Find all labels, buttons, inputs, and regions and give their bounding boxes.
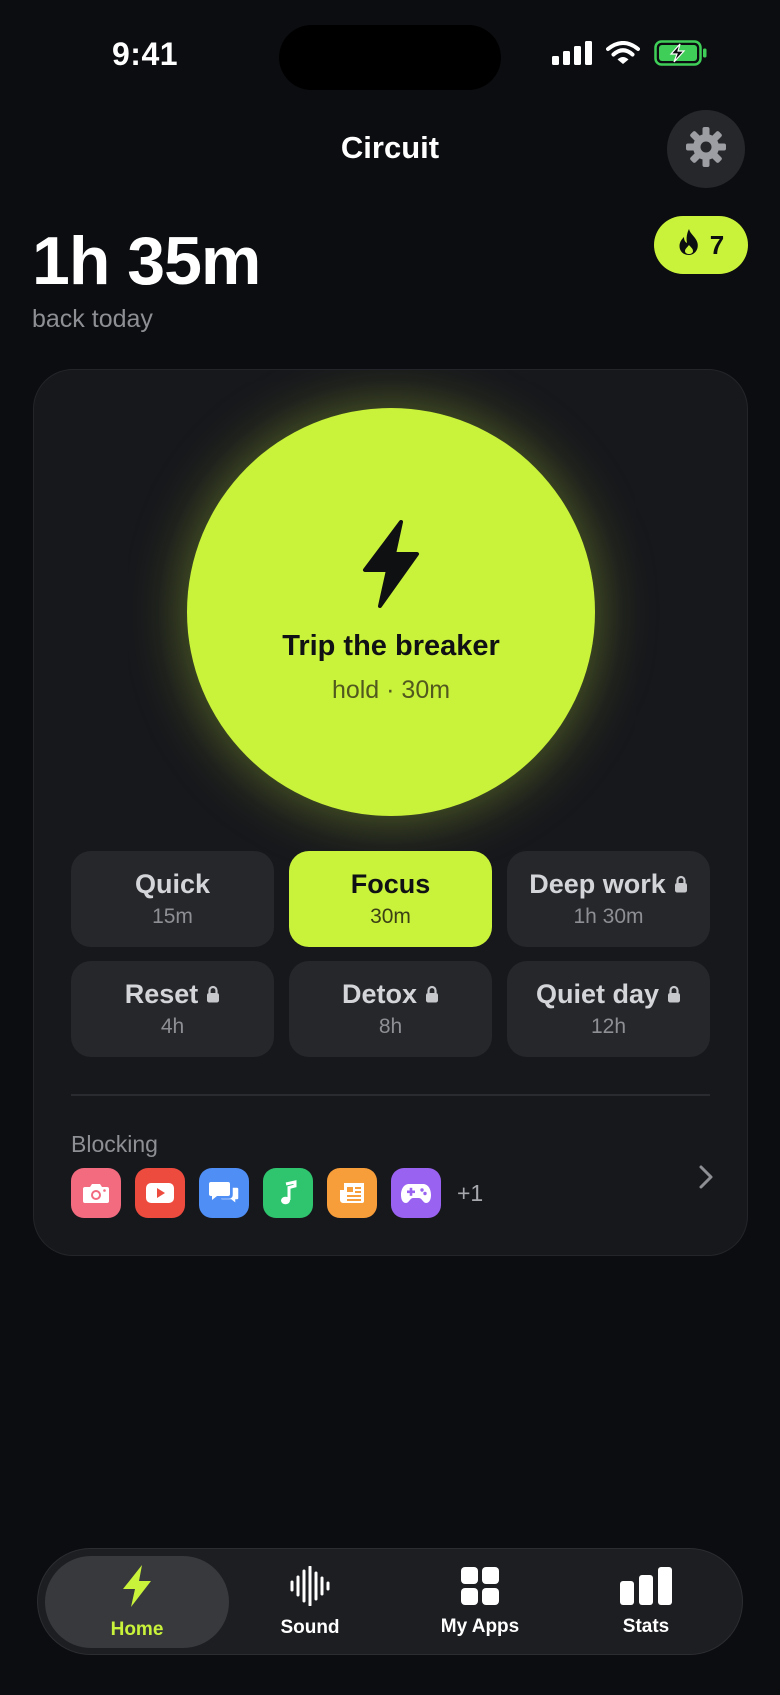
breaker-subtitle: hold · 30m	[331, 676, 451, 704]
status-icons	[552, 40, 708, 66]
wifi-icon	[606, 41, 640, 65]
preset-focus[interactable]: Focus 30m	[289, 851, 492, 947]
blocking-label: Blocking	[71, 1131, 158, 1157]
waveform-icon	[289, 1565, 331, 1611]
app-title: Circuit	[340, 130, 440, 165]
tab-label: Stats	[622, 1615, 670, 1637]
preset-duration: 12h	[590, 1015, 627, 1038]
breaker-title: Trip the breaker	[282, 630, 500, 662]
preset-quick[interactable]: Quick 15m	[71, 851, 274, 947]
preset-duration: 1h 30m	[573, 905, 644, 928]
battery-charging-icon	[654, 40, 708, 66]
music-note-icon	[263, 1168, 313, 1218]
divider	[71, 1094, 710, 1096]
dynamic-island	[279, 25, 501, 90]
tab-my-apps[interactable]: My Apps	[396, 1556, 564, 1648]
flame-icon	[678, 228, 700, 263]
settings-button[interactable]	[667, 110, 745, 188]
tab-label: Home	[110, 1618, 164, 1640]
gamepad-icon	[391, 1168, 441, 1218]
lock-icon	[674, 869, 688, 900]
cellular-signal-icon	[552, 41, 592, 65]
preset-reset[interactable]: Reset 4h	[71, 961, 274, 1057]
home-screen: 9:41 Circuit 1h 35m back today 7 Trip th…	[0, 0, 780, 1695]
preset-name: Quick	[134, 869, 211, 899]
gear-icon	[685, 126, 727, 173]
preset-duration: 4h	[160, 1015, 185, 1038]
preset-grid: Quick 15m Focus 30m Deep work 1h 30m Res…	[71, 851, 711, 1057]
tab-home[interactable]: Home	[45, 1556, 229, 1648]
status-time: 9:41	[112, 36, 179, 72]
time-back-value: 1h 35m	[32, 223, 261, 299]
lock-icon	[206, 979, 220, 1010]
preset-duration: 30m	[370, 905, 411, 928]
trip-breaker-button[interactable]: Trip the breaker hold · 30m	[187, 408, 595, 816]
streak-count: 7	[709, 229, 725, 260]
preset-name: Detox	[341, 979, 417, 1009]
lock-icon	[667, 979, 681, 1010]
chevron-right-icon[interactable]	[697, 1162, 715, 1197]
lock-icon	[425, 979, 439, 1010]
breaker-card: Trip the breaker hold · 30m Quick 15m Fo…	[33, 369, 748, 1256]
preset-duration: 8h	[378, 1015, 403, 1038]
preset-name: Reset	[124, 979, 199, 1009]
news-icon	[327, 1168, 377, 1218]
preset-name: Quiet day	[535, 979, 660, 1009]
preset-detox[interactable]: Detox 8h	[289, 961, 492, 1057]
tab-stats[interactable]: Stats	[562, 1556, 730, 1648]
video-play-icon	[135, 1168, 185, 1218]
time-back-label: back today	[32, 305, 153, 333]
tab-label: Sound	[280, 1616, 340, 1638]
tab-label: My Apps	[440, 1615, 520, 1637]
chat-bubbles-icon	[199, 1168, 249, 1218]
more-apps-count: +1	[457, 1179, 484, 1206]
grid-icon	[461, 1566, 499, 1610]
preset-name: Deep work	[529, 869, 666, 899]
preset-duration: 15m	[152, 905, 193, 928]
tab-bar: Home Sound My Apps Stats	[37, 1548, 743, 1655]
preset-deep-work[interactable]: Deep work 1h 30m	[507, 851, 710, 947]
preset-name: Focus	[350, 869, 431, 899]
preset-quiet-day[interactable]: Quiet day 12h	[507, 961, 710, 1057]
tab-sound[interactable]: Sound	[226, 1556, 394, 1648]
camera-icon	[71, 1168, 121, 1218]
bar-chart-icon	[620, 1566, 672, 1610]
lightning-icon	[121, 1564, 153, 1613]
lightning-icon	[361, 520, 421, 613]
streak-badge[interactable]: 7	[654, 216, 748, 274]
blocked-apps-list[interactable]: +1	[71, 1168, 483, 1218]
